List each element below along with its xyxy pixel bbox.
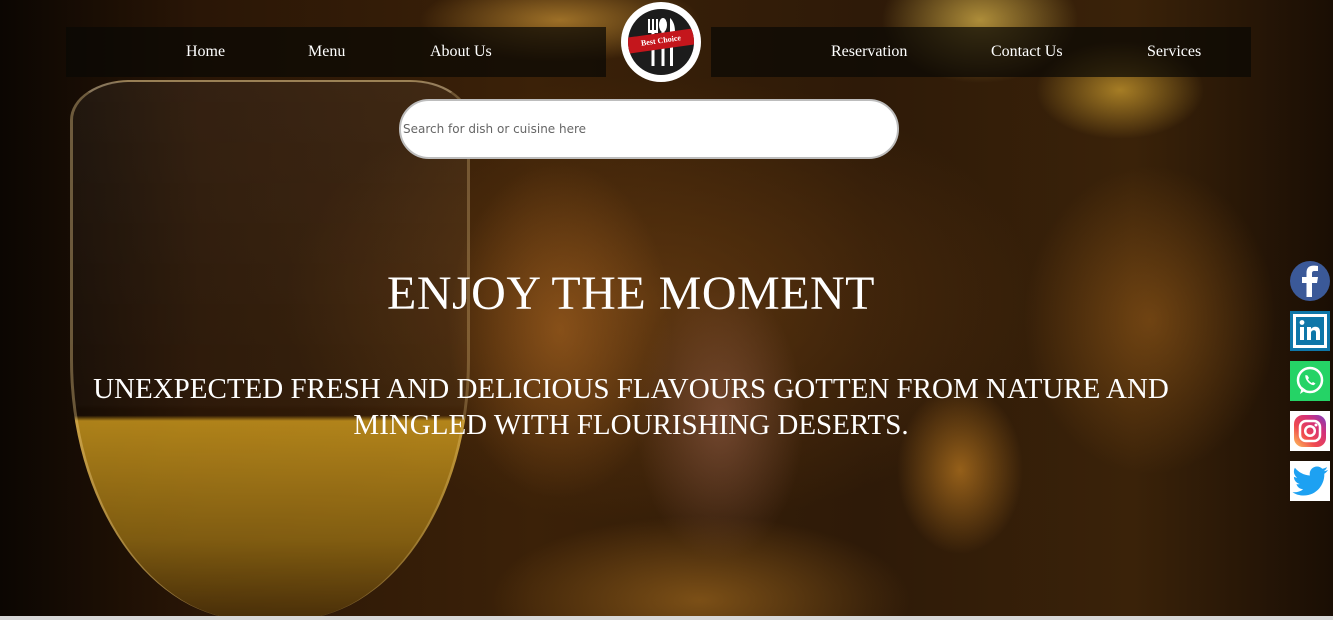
nav-bar-right: Reservation Contact Us Services — [711, 27, 1251, 77]
whatsapp-icon — [1290, 361, 1330, 401]
nav-link-services[interactable]: Services — [1147, 43, 1201, 61]
nav-link-menu[interactable]: Menu — [308, 43, 345, 61]
instagram-icon — [1290, 411, 1330, 451]
page-bottom-edge — [0, 616, 1333, 620]
nav-link-home[interactable]: Home — [186, 43, 225, 61]
twitter-link[interactable] — [1290, 461, 1330, 501]
whatsapp-link[interactable] — [1290, 361, 1330, 401]
nav-bar-left: Home Menu About Us — [66, 27, 606, 77]
nav-link-reservation[interactable]: Reservation — [831, 43, 907, 61]
logo-badge: Best Choice — [628, 9, 694, 75]
linkedin-icon — [1290, 311, 1330, 351]
hero-subtitle: UNEXPECTED FRESH AND DELICIOUS FLAVOURS … — [93, 373, 1169, 441]
wine-glass-image — [70, 80, 470, 620]
instagram-link[interactable] — [1290, 411, 1330, 451]
facebook-icon — [1290, 261, 1330, 301]
facebook-link[interactable] — [1290, 261, 1330, 301]
best-choice-logo[interactable]: Best Choice — [621, 2, 701, 82]
hero-title: ENJOY THE MOMENT — [387, 267, 875, 320]
twitter-icon — [1290, 461, 1330, 501]
linkedin-link[interactable] — [1290, 311, 1330, 351]
nav-link-about-us[interactable]: About Us — [430, 43, 492, 61]
nav-link-contact-us[interactable]: Contact Us — [991, 43, 1063, 61]
search-input[interactable] — [399, 99, 899, 159]
